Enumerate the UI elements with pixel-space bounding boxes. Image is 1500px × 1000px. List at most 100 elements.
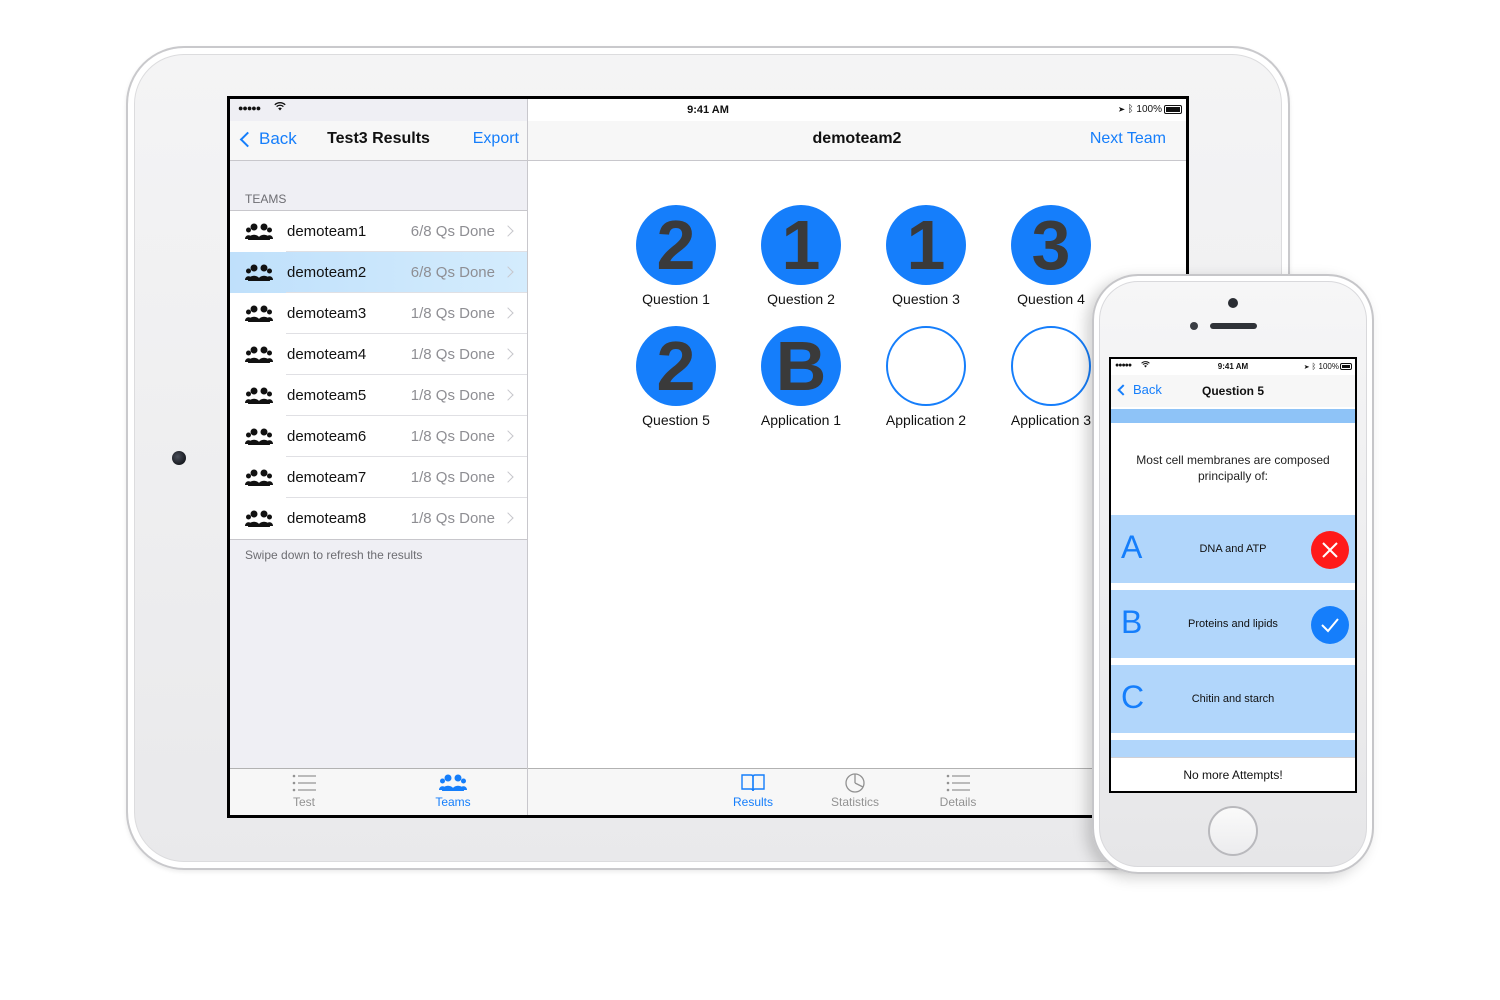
team-status: 1/8 Qs Done: [410, 346, 495, 363]
answer-letter: B: [1121, 604, 1143, 640]
result-circle: 3: [1011, 205, 1091, 285]
people-icon: [245, 264, 273, 281]
chevron-right-icon: [502, 225, 514, 237]
status-time: 9:41 AM: [687, 104, 729, 116]
status-battery-text: ➤ ᛒ 100%: [1118, 104, 1162, 115]
answer-text: Proteins and lipids: [1188, 618, 1278, 630]
answer-option-a[interactable]: A DNA and ATP: [1111, 515, 1355, 583]
bluetooth-icon: ᛒ: [1311, 362, 1317, 371]
result-cell[interactable]: 1 Question 2: [751, 205, 851, 307]
tab-label: Statistics: [830, 795, 879, 809]
home-button[interactable]: [1208, 806, 1258, 856]
chevron-right-icon: [502, 348, 514, 360]
tab-statistics[interactable]: Statistics: [815, 773, 895, 809]
detail-pane: 9:41 AM ➤ ᛒ 100% demoteam2 Next Team 2 Q…: [528, 99, 1186, 815]
result-label: Question 4: [1017, 291, 1085, 307]
chevron-right-icon: [502, 430, 514, 442]
wrong-icon: [1311, 531, 1349, 569]
result-circle: 1: [886, 205, 966, 285]
result-cell[interactable]: 1 Question 3: [876, 205, 976, 307]
ipad-screen: ●●●●● Back Test3 Results Export TEAMS de…: [227, 96, 1189, 818]
result-label: Question 1: [642, 291, 710, 307]
iphone-screen: ●●●●● 9:41 AM ➤ ᛒ 100% Back Question 5 M…: [1109, 357, 1357, 793]
iphone-speaker: [1210, 323, 1257, 329]
team-name: demoteam5: [287, 387, 367, 404]
tab-teams[interactable]: Teams: [413, 773, 493, 809]
team-row-selected[interactable]: demoteam2 6/8 Qs Done: [230, 252, 527, 293]
result-cell[interactable]: 2 Question 5: [626, 326, 726, 428]
master-nav-bar: Back Test3 Results Export: [230, 121, 527, 161]
team-status: 6/8 Qs Done: [410, 264, 495, 281]
result-cell[interactable]: 2 Question 1: [626, 205, 726, 307]
team-name: demoteam3: [287, 305, 367, 322]
people-icon: [245, 387, 273, 404]
team-row[interactable]: demoteam5 1/8 Qs Done: [230, 375, 527, 416]
attempts-footer: No more Attempts!: [1111, 757, 1355, 791]
team-row[interactable]: demoteam7 1/8 Qs Done: [230, 457, 527, 498]
team-list: demoteam1 6/8 Qs Done demoteam2 6/8 Qs D…: [230, 210, 527, 540]
answer-text: Chitin and starch: [1191, 693, 1275, 705]
result-cell[interactable]: 3 Question 4: [1001, 205, 1101, 307]
team-status: 1/8 Qs Done: [410, 428, 495, 445]
people-icon: [439, 774, 467, 791]
answer-letter: A: [1121, 529, 1143, 565]
team-status: 6/8 Qs Done: [410, 223, 495, 240]
result-circle: 2: [636, 205, 716, 285]
team-row[interactable]: demoteam3 1/8 Qs Done: [230, 293, 527, 334]
answer-option-b[interactable]: B Proteins and lipids: [1111, 590, 1355, 658]
team-row[interactable]: demoteam4 1/8 Qs Done: [230, 334, 527, 375]
list-icon: [292, 774, 316, 792]
detail-title: demoteam2: [812, 130, 902, 147]
chevron-right-icon: [502, 266, 514, 278]
bluetooth-icon: ᛒ: [1127, 104, 1134, 115]
team-row[interactable]: demoteam8 1/8 Qs Done: [230, 498, 527, 539]
result-circle: B: [761, 326, 841, 406]
tab-label: Results: [732, 795, 773, 809]
next-team-button[interactable]: Next Team: [1090, 130, 1166, 148]
pie-chart-icon: [845, 773, 865, 793]
iphone-status-bar: ●●●●● 9:41 AM ➤ ᛒ 100%: [1111, 359, 1355, 375]
result-label: Question 2: [767, 291, 835, 307]
tab-label: Details: [939, 795, 977, 809]
iphone-sensor: [1190, 322, 1198, 330]
tab-results[interactable]: Results: [713, 773, 793, 809]
result-label: Application 3: [1010, 412, 1092, 428]
answer-option-c[interactable]: C Chitin and starch: [1111, 665, 1355, 733]
team-row[interactable]: demoteam6 1/8 Qs Done: [230, 416, 527, 457]
chevron-right-icon: [502, 307, 514, 319]
result-cell[interactable]: Application 2: [876, 326, 976, 428]
teams-section-header: TEAMS: [245, 192, 287, 206]
master-pane: ●●●●● Back Test3 Results Export TEAMS de…: [230, 99, 528, 815]
team-status: 1/8 Qs Done: [410, 387, 495, 404]
status-battery-text: ➤ ᛒ 100%: [1304, 362, 1339, 371]
ipad-status-bar-right: 9:41 AM ➤ ᛒ 100%: [528, 99, 1186, 121]
result-circle: 2: [636, 326, 716, 406]
people-icon: [245, 305, 273, 322]
master-tab-bar: Test Teams: [230, 768, 527, 815]
export-button[interactable]: Export: [473, 130, 519, 148]
result-circle-empty: [886, 326, 966, 406]
team-name: demoteam7: [287, 469, 367, 486]
team-row[interactable]: demoteam1 6/8 Qs Done: [230, 211, 527, 252]
people-icon: [245, 223, 273, 240]
tab-details[interactable]: Details: [918, 773, 998, 809]
refresh-hint: Swipe down to refresh the results: [245, 548, 423, 562]
battery-icon: [1340, 363, 1352, 370]
book-icon: [741, 774, 765, 792]
tab-test[interactable]: Test: [264, 773, 344, 809]
detail-tab-bar: Results Statistics Details: [528, 768, 1186, 815]
iphone-camera: [1228, 298, 1238, 308]
detail-nav-bar: demoteam2 Next Team: [528, 121, 1186, 161]
people-icon: [245, 346, 273, 363]
location-icon: ➤: [1304, 362, 1310, 371]
ipad-camera: [172, 451, 186, 465]
result-cell[interactable]: Application 3: [1001, 326, 1101, 428]
people-icon: [245, 428, 273, 445]
result-circle-empty: [1011, 326, 1091, 406]
question-title: Question 5: [1201, 384, 1264, 398]
result-circle: 1: [761, 205, 841, 285]
result-cell[interactable]: B Application 1: [751, 326, 851, 428]
tab-label: Test: [292, 795, 315, 809]
check-icon: [1311, 606, 1349, 644]
team-name: demoteam1: [287, 223, 367, 240]
